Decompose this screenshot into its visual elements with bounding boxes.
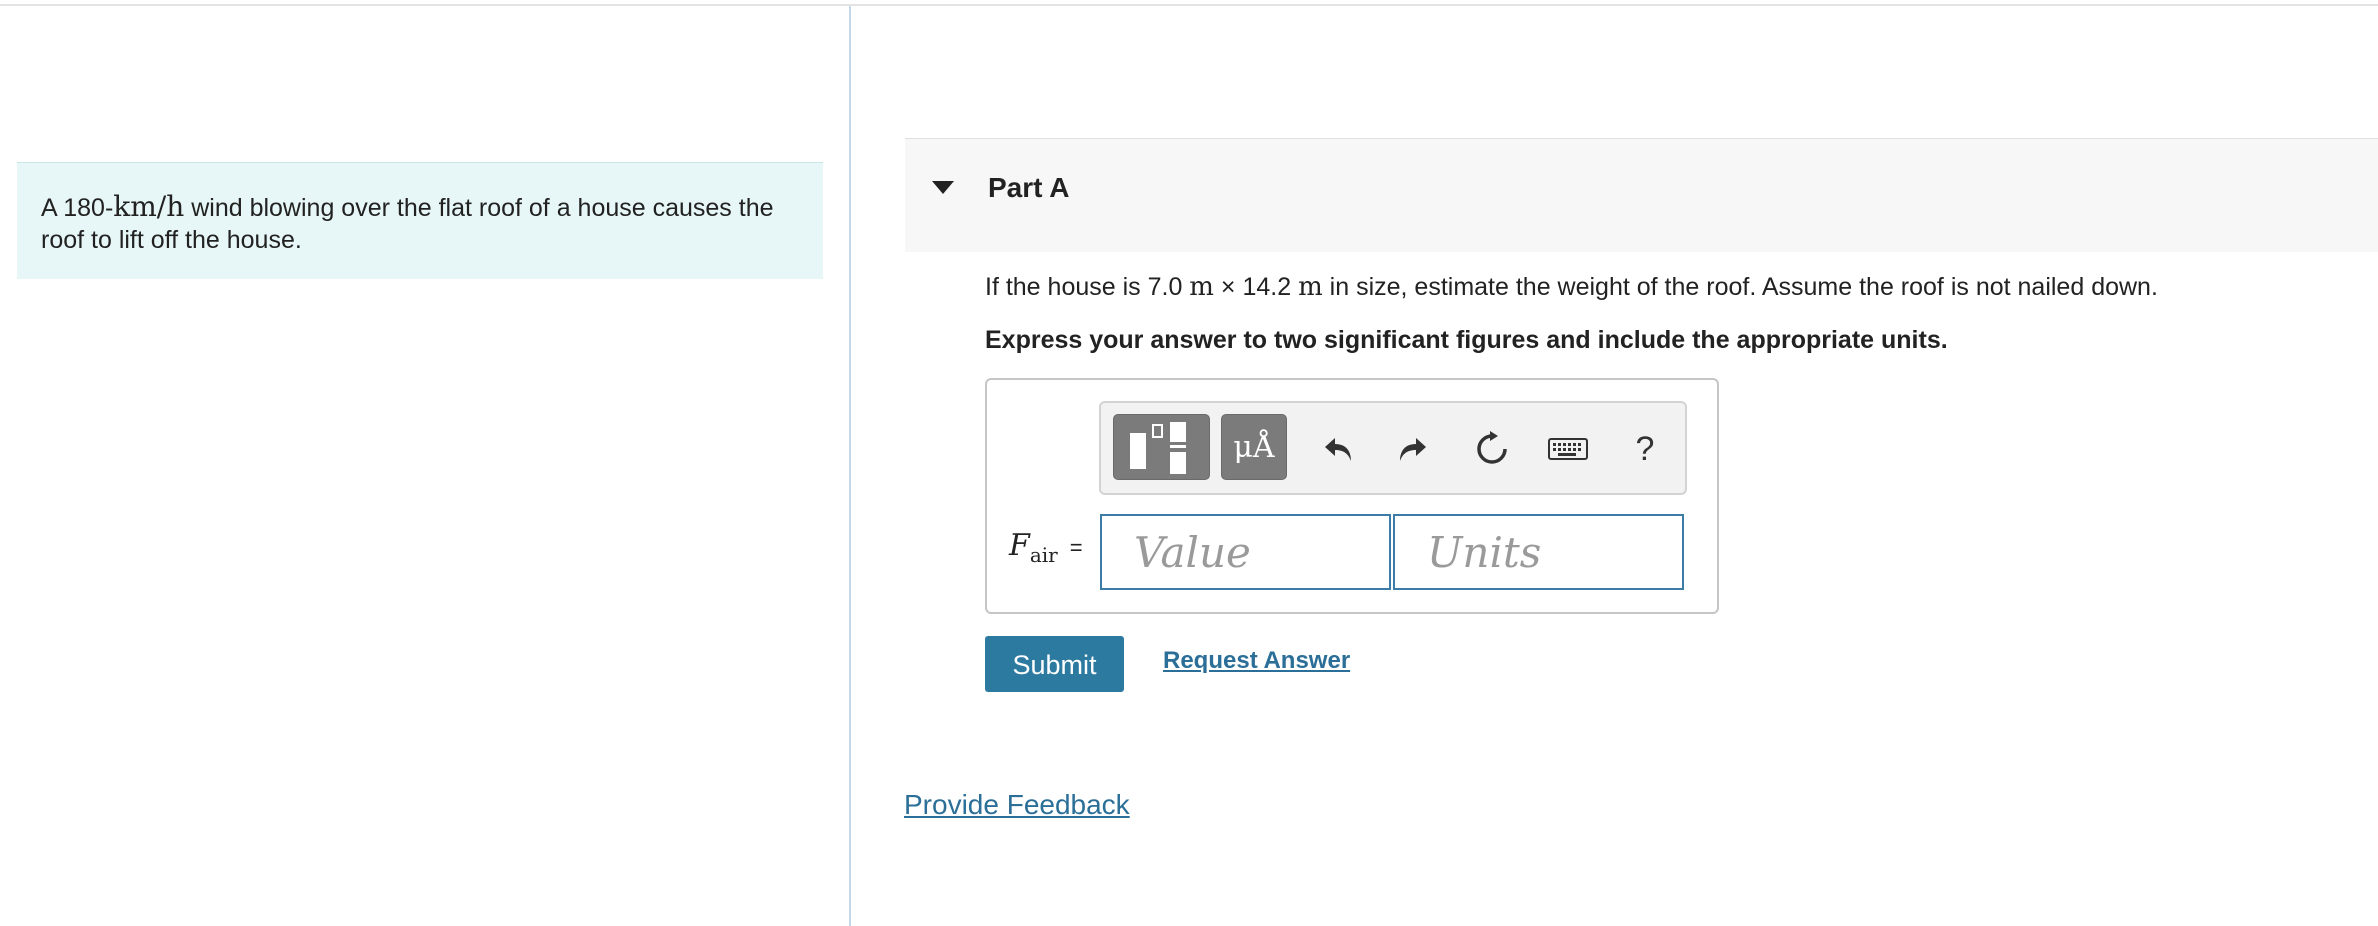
- question-pre: If the house is 7.0: [985, 273, 1190, 301]
- instruction-text: Express your answer to two significant f…: [985, 326, 1948, 354]
- column-divider: [849, 6, 851, 926]
- answer-box: μÅ ? Fair =: [985, 378, 1719, 614]
- undo-icon[interactable]: [1314, 425, 1362, 473]
- question-unit-2: m: [1298, 272, 1323, 302]
- value-input[interactable]: [1100, 514, 1391, 590]
- variable-label: Fair =: [1009, 528, 1083, 567]
- units-input[interactable]: [1393, 514, 1684, 590]
- part-header[interactable]: Part A: [905, 138, 2378, 252]
- request-answer-link[interactable]: Request Answer: [1163, 647, 1350, 675]
- question-mid: 14.2: [1242, 273, 1299, 301]
- question-times: ×: [1213, 273, 1243, 301]
- collapse-caret-icon[interactable]: [932, 181, 954, 194]
- intro-panel: A 180-km/h wind blowing over the flat ro…: [17, 162, 823, 279]
- redo-icon[interactable]: [1389, 425, 1437, 473]
- variable-subscript: air: [1029, 543, 1058, 567]
- intro-text-a: A 180-: [41, 194, 114, 222]
- question-text: If the house is 7.0 m × 14.2 m in size, …: [985, 272, 2158, 302]
- submit-button[interactable]: Submit: [985, 636, 1124, 692]
- intro-unit: km/h: [113, 190, 185, 223]
- part-title: Part A: [988, 172, 1070, 203]
- help-icon[interactable]: ?: [1621, 425, 1669, 473]
- keyboard-icon[interactable]: [1544, 425, 1592, 473]
- equals-sign: =: [1069, 535, 1083, 560]
- variable-symbol: F: [1009, 528, 1030, 563]
- units-icon[interactable]: μÅ: [1221, 414, 1287, 480]
- templates-icon[interactable]: [1113, 414, 1210, 480]
- top-rule: [0, 4, 2378, 6]
- question-post: in size, estimate the weight of the roof…: [1322, 273, 2158, 301]
- reset-icon[interactable]: [1468, 425, 1516, 473]
- math-toolbar: μÅ ?: [1099, 401, 1687, 495]
- provide-feedback-link[interactable]: Provide Feedback: [904, 789, 1130, 821]
- question-unit-1: m: [1189, 272, 1214, 302]
